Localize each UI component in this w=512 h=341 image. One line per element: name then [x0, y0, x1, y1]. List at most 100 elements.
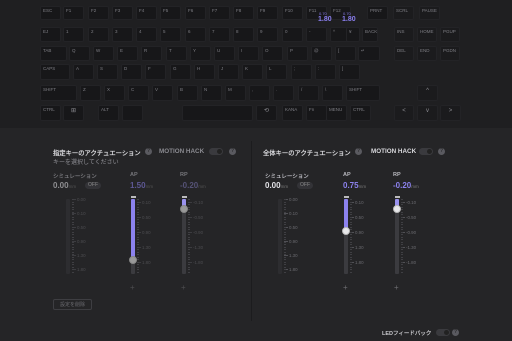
rp-add-icon[interactable]: + — [394, 284, 399, 292]
key-0-0[interactable]: ESC — [40, 6, 61, 20]
key-3-4[interactable]: F — [145, 64, 166, 80]
key-0-3[interactable]: F3 — [112, 6, 133, 20]
key-1-6[interactable]: 6 — [185, 27, 206, 42]
key-5-5[interactable]: ⟲ — [256, 105, 277, 121]
key-5-3[interactable] — [122, 105, 143, 121]
key-4-0[interactable]: SHIFT — [40, 85, 77, 101]
key-0-5[interactable]: F5 — [160, 6, 181, 20]
key-1-10[interactable]: 0 — [282, 27, 303, 42]
key-3-5[interactable]: G — [170, 64, 191, 80]
motion-hack-help-icon[interactable]: ? — [229, 148, 236, 155]
key-0-6[interactable]: F6 — [185, 6, 206, 20]
title-help-icon[interactable]: ? — [145, 148, 152, 155]
key-2-15[interactable]: END — [417, 46, 437, 61]
led-feedback-toggle[interactable] — [436, 329, 450, 336]
key-3-0[interactable]: CAPS — [40, 64, 70, 80]
rp-slider[interactable] — [180, 196, 188, 274]
key-3-9[interactable]: L — [266, 64, 287, 80]
key-4-13[interactable]: ^ — [417, 85, 438, 101]
key-2-11[interactable]: @ — [311, 46, 332, 61]
key-4-1[interactable]: Z — [80, 85, 101, 101]
key-0-9[interactable]: F9 — [257, 6, 278, 20]
key-3-1[interactable]: A — [73, 64, 94, 80]
key-0-8[interactable]: F8 — [233, 6, 254, 20]
ap-add-icon[interactable]: + — [130, 284, 135, 292]
rp-slider[interactable] — [393, 196, 401, 274]
key-0-2[interactable]: F2 — [88, 6, 109, 20]
motion-hack-help-icon[interactable]: ? — [438, 148, 445, 155]
motion-hack-toggle[interactable] — [209, 148, 223, 155]
key-1-2[interactable]: 2 — [88, 27, 109, 42]
key-4-8[interactable]: , — [249, 85, 270, 101]
key-5-11[interactable]: v — [417, 105, 438, 121]
key-2-0[interactable]: TAB — [40, 46, 67, 61]
title-help-icon[interactable]: ? — [355, 148, 362, 155]
key-5-0[interactable]: CTRL — [40, 105, 61, 121]
key-4-4[interactable]: V — [152, 85, 173, 101]
key-3-2[interactable]: S — [97, 64, 118, 80]
key-5-2[interactable]: ALT — [98, 105, 119, 121]
simulation-off-badge[interactable]: OFF — [85, 182, 101, 189]
key-4-6[interactable]: N — [201, 85, 222, 101]
ap-thumb[interactable] — [342, 227, 350, 235]
key-2-12[interactable]: [ — [335, 46, 356, 61]
key-1-8[interactable]: 8 — [233, 27, 254, 42]
key-1-5[interactable]: 5 — [160, 27, 181, 42]
key-2-1[interactable]: Q — [69, 46, 90, 61]
key-2-9[interactable]: O — [262, 46, 283, 61]
key-1-15[interactable]: INS — [394, 27, 414, 42]
key-5-6[interactable]: KANA — [282, 105, 303, 121]
key-4-11[interactable]: \ — [322, 85, 343, 101]
key-4-5[interactable]: B — [177, 85, 198, 101]
key-2-2[interactable]: W — [93, 46, 114, 61]
key-0-15[interactable]: PAUSE — [419, 6, 440, 20]
simulation-off-badge[interactable]: OFF — [297, 182, 313, 189]
key-1-17[interactable]: PGUP — [440, 27, 460, 42]
key-2-14[interactable]: DEL — [394, 46, 414, 61]
key-5-10[interactable]: < — [394, 105, 414, 121]
key-4-7[interactable]: M — [225, 85, 246, 101]
ap-add-icon[interactable]: + — [343, 284, 348, 292]
rp-thumb[interactable] — [393, 205, 401, 213]
ap-slider[interactable] — [129, 196, 137, 274]
key-1-11[interactable]: - — [306, 27, 327, 42]
rp-thumb[interactable] — [180, 205, 188, 213]
key-2-8[interactable]: I — [238, 46, 259, 61]
key-1-3[interactable]: 3 — [112, 27, 133, 42]
key-2-3[interactable]: E — [117, 46, 138, 61]
key-2-10[interactable]: P — [287, 46, 308, 61]
key-0-7[interactable]: F7 — [209, 6, 230, 20]
key-5-4[interactable] — [182, 105, 253, 121]
key-5-1[interactable]: ⊞ — [63, 105, 84, 121]
key-1-1[interactable]: 1 — [63, 27, 84, 42]
key-2-4[interactable]: R — [141, 46, 162, 61]
ap-slider[interactable] — [342, 196, 350, 274]
key-1-7[interactable]: 7 — [209, 27, 230, 42]
key-3-11[interactable]: : — [315, 64, 336, 80]
key-2-5[interactable]: T — [166, 46, 187, 61]
led-feedback-help-icon[interactable]: ? — [452, 329, 459, 336]
ap-thumb[interactable] — [129, 256, 137, 264]
key-0-10[interactable]: F10 — [282, 6, 303, 20]
key-2-7[interactable]: U — [214, 46, 235, 61]
key-5-7[interactable]: Fn — [306, 105, 327, 121]
key-1-0[interactable]: EJ — [40, 27, 61, 42]
key-3-6[interactable]: H — [194, 64, 215, 80]
key-1-13[interactable]: ¥ — [346, 27, 360, 42]
key-5-12[interactable]: > — [440, 105, 461, 121]
key-3-8[interactable]: K — [242, 64, 263, 80]
key-0-4[interactable]: F4 — [136, 6, 157, 20]
key-1-16[interactable]: HOME — [417, 27, 437, 42]
key-2-16[interactable]: PGDN — [440, 46, 460, 61]
key-4-10[interactable]: / — [298, 85, 319, 101]
key-1-9[interactable]: 9 — [257, 27, 278, 42]
key-1-14[interactable]: BACK — [362, 27, 378, 42]
key-2-13[interactable]: ↵ — [358, 46, 380, 61]
key-1-4[interactable]: 4 — [136, 27, 157, 42]
key-3-12[interactable]: ] — [339, 64, 360, 80]
key-0-14[interactable]: SCRL — [393, 6, 414, 20]
key-0-13[interactable]: PRNT — [367, 6, 388, 20]
key-5-8[interactable]: MENU — [326, 105, 347, 121]
key-2-6[interactable]: Y — [190, 46, 211, 61]
motion-hack-toggle[interactable] — [419, 148, 433, 155]
